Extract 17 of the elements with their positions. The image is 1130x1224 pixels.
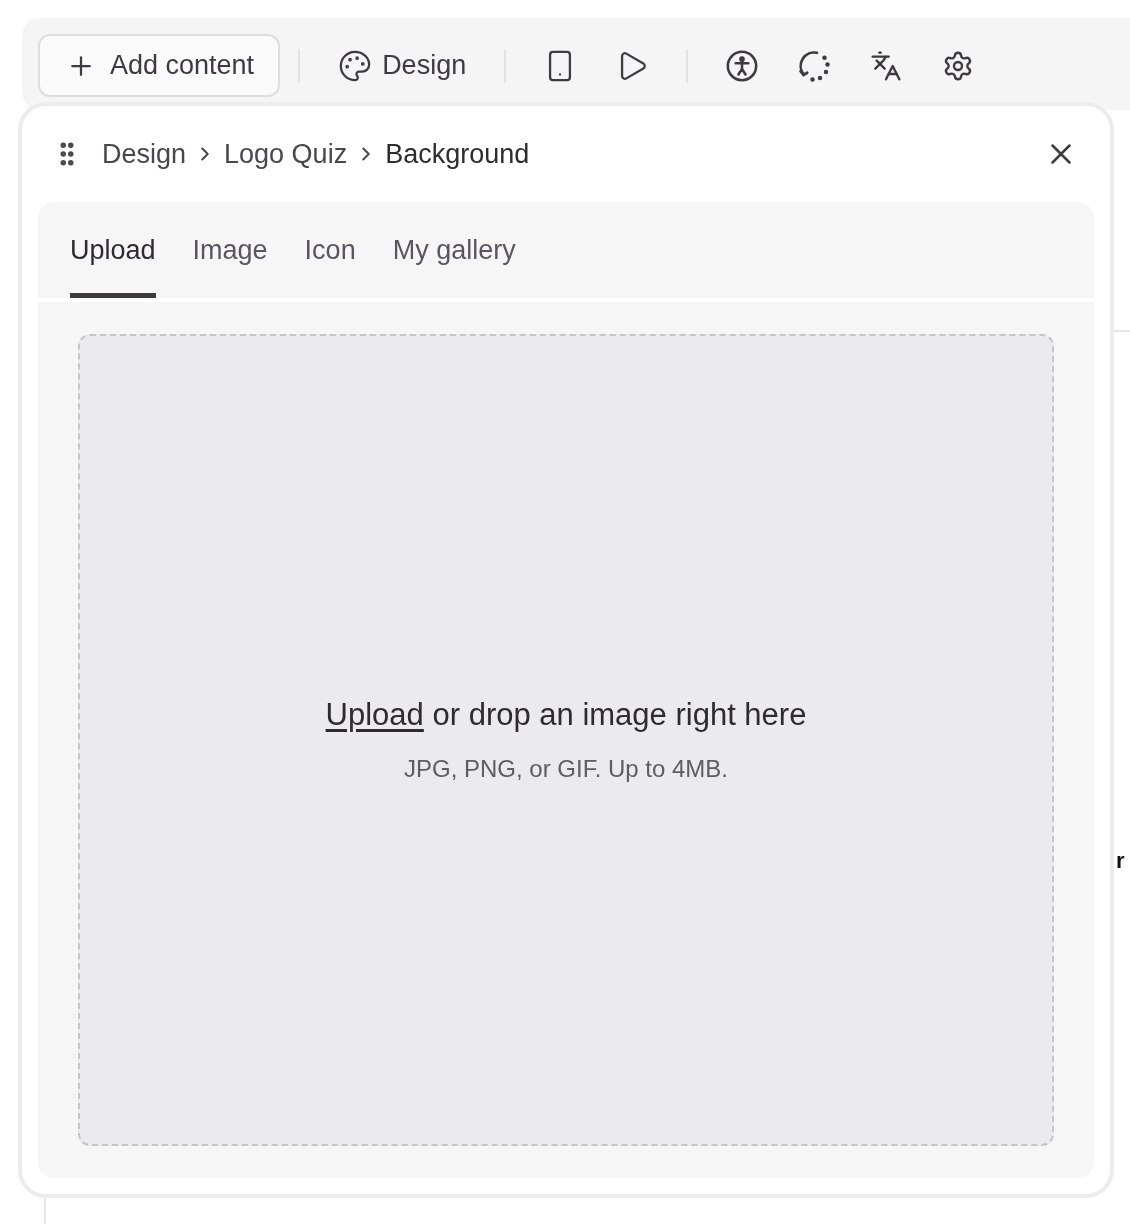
tab[interactable]: Upload — [70, 202, 156, 298]
accessibility-icon — [725, 48, 760, 83]
drop-instruction: Upload or drop an image right here — [325, 697, 807, 733]
drop-zone[interactable]: Upload or drop an image right here JPG, PNG, or GIF. Up to 4MB. — [78, 334, 1054, 1146]
tab[interactable]: My gallery — [392, 202, 516, 298]
file-type-hint: JPG, PNG, or GIF. Up to 4MB. — [403, 755, 729, 783]
design-button[interactable]: Design — [318, 34, 487, 97]
breadcrumb-item[interactable]: Design — [102, 138, 187, 170]
upload-link[interactable]: Upload — [325, 697, 424, 732]
breadcrumb-item: Background — [385, 138, 530, 170]
tab[interactable]: Icon — [304, 202, 356, 298]
palette-icon — [338, 48, 373, 83]
add-content-button[interactable]: Add content — [38, 34, 281, 97]
tab[interactable]: Image — [192, 202, 268, 298]
translate-icon — [870, 49, 903, 82]
breadcrumb-item[interactable]: Logo Quiz — [224, 138, 348, 170]
background-text: r — [1116, 848, 1125, 874]
